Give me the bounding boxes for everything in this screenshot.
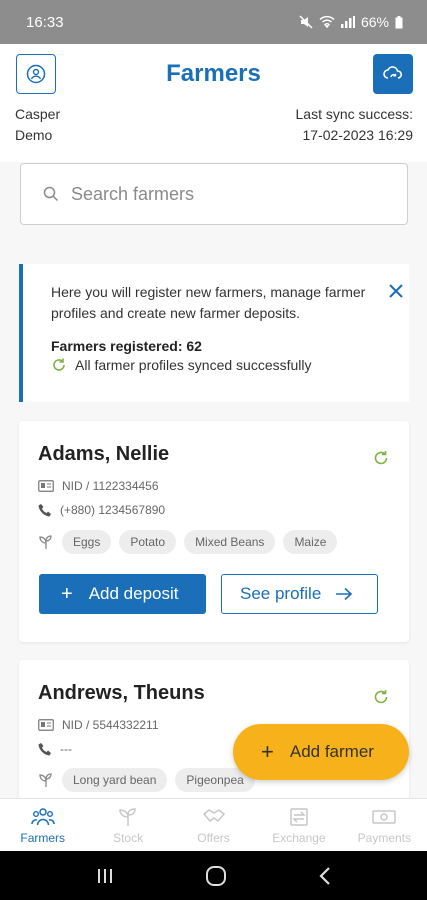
recent-apps-icon[interactable] bbox=[95, 867, 115, 885]
nav-item-payments[interactable]: Payments bbox=[342, 799, 427, 851]
id-card-icon bbox=[38, 480, 54, 492]
mute-icon bbox=[299, 15, 313, 29]
nav-item-stock[interactable]: Stock bbox=[85, 799, 170, 851]
farmer-card[interactable]: Adams, Nellie NID / 1122334456 (+880) 12… bbox=[19, 421, 409, 642]
system-nav-bar bbox=[0, 851, 427, 900]
plus-icon: + bbox=[61, 583, 73, 605]
search-placeholder: Search farmers bbox=[71, 183, 195, 204]
add-farmer-button[interactable]: + Add farmer bbox=[233, 724, 409, 780]
farmer-name: Andrews, Theuns bbox=[38, 682, 205, 704]
back-icon[interactable] bbox=[318, 866, 332, 886]
arrow-right-icon bbox=[336, 587, 353, 601]
nav-label-payments: Payments bbox=[357, 831, 411, 845]
nav-item-offers[interactable]: Offers bbox=[171, 799, 256, 851]
home-icon[interactable] bbox=[205, 865, 227, 887]
status-bar: 16:33 66% bbox=[0, 0, 427, 44]
page-title: Farmers bbox=[166, 60, 261, 87]
farmer-phone: --- bbox=[38, 742, 72, 756]
add-deposit-label: Add deposit bbox=[88, 584, 179, 603]
crop-tag: Potato bbox=[119, 530, 177, 554]
see-profile-label: See profile bbox=[240, 584, 322, 603]
add-deposit-button[interactable]: + Add deposit bbox=[39, 574, 206, 614]
farmer-nid: NID / 5544332211 bbox=[38, 718, 159, 732]
sync-check-icon bbox=[53, 358, 65, 371]
wifi-icon bbox=[319, 15, 335, 29]
farmer-name: Adams, Nellie bbox=[38, 443, 170, 465]
farmer-crops: Long yard bean Pigeonpea bbox=[38, 768, 255, 792]
farmers-registered-count: Farmers registered: 62 bbox=[51, 338, 202, 354]
farmer-nid: NID / 1122334456 bbox=[38, 479, 159, 493]
app-header: Farmers Casper Demo Last sync success: 1… bbox=[0, 44, 427, 162]
user-name: Casper Demo bbox=[15, 104, 60, 146]
status-icons: 66% bbox=[299, 14, 403, 30]
sync-status: All farmer profiles synced successfully bbox=[51, 357, 381, 373]
last-sync-time: 17-02-2023 16:29 bbox=[302, 127, 413, 143]
people-icon bbox=[30, 808, 55, 826]
exchange-icon bbox=[290, 808, 308, 826]
crop-tag: Mixed Beans bbox=[184, 530, 276, 554]
close-icon bbox=[389, 284, 403, 298]
last-sync-label: Last sync success: bbox=[295, 106, 414, 122]
farmer-phone-text: (+880) 1234567890 bbox=[60, 503, 166, 517]
plant-icon bbox=[39, 535, 52, 549]
sync-button[interactable] bbox=[373, 54, 413, 94]
sync-status-text: All farmer profiles synced successfully bbox=[75, 357, 312, 373]
last-sync-info: Last sync success: 17-02-2023 16:29 bbox=[296, 104, 414, 146]
signal-icon bbox=[340, 16, 355, 28]
battery-level: 66% bbox=[360, 14, 389, 30]
farmer-phone: (+880) 1234567890 bbox=[38, 503, 165, 517]
banknote-icon bbox=[372, 810, 397, 824]
nav-label-exchange: Exchange bbox=[272, 831, 326, 845]
user-last-name: Demo bbox=[15, 127, 53, 143]
farmer-nid-text: NID / 5544332211 bbox=[62, 718, 159, 732]
phone-icon bbox=[38, 743, 51, 756]
handshake-icon bbox=[202, 809, 225, 823]
sprout-icon bbox=[119, 808, 136, 826]
info-message: Here you will register new farmers, mana… bbox=[51, 284, 366, 321]
synced-icon bbox=[374, 451, 388, 465]
battery-icon bbox=[395, 15, 403, 28]
crop-tag: Maize bbox=[283, 530, 338, 554]
farmer-crops: Eggs Potato Mixed Beans Maize bbox=[38, 530, 338, 554]
crop-tag: Eggs bbox=[62, 530, 112, 554]
search-icon bbox=[43, 186, 59, 202]
cloud-sync-icon bbox=[383, 66, 403, 79]
plant-icon bbox=[39, 773, 52, 787]
crop-tag: Long yard bean bbox=[62, 768, 168, 792]
phone-icon bbox=[38, 504, 51, 517]
nav-label-offers: Offers bbox=[197, 831, 230, 845]
farmer-phone-text: --- bbox=[60, 742, 72, 756]
farmer-nid-text: NID / 1122334456 bbox=[62, 479, 159, 493]
user-first-name: Casper bbox=[15, 106, 61, 122]
nav-item-exchange[interactable]: Exchange bbox=[256, 799, 341, 851]
search-input[interactable]: Search farmers bbox=[20, 163, 408, 225]
nav-label-stock: Stock bbox=[113, 831, 144, 845]
close-banner-button[interactable] bbox=[387, 282, 405, 305]
info-banner: Here you will register new farmers, mana… bbox=[19, 264, 409, 402]
id-card-icon bbox=[38, 719, 54, 731]
plus-icon: + bbox=[261, 739, 274, 764]
nav-item-farmers[interactable]: Farmers bbox=[0, 799, 85, 851]
status-time: 16:33 bbox=[26, 13, 64, 31]
synced-icon bbox=[374, 690, 388, 704]
see-profile-button[interactable]: See profile bbox=[221, 574, 378, 614]
add-farmer-label: Add farmer bbox=[289, 742, 374, 761]
bottom-nav: Farmers Stock Offers Exchange Payments bbox=[0, 798, 427, 851]
nav-label-farmers: Farmers bbox=[20, 831, 66, 845]
